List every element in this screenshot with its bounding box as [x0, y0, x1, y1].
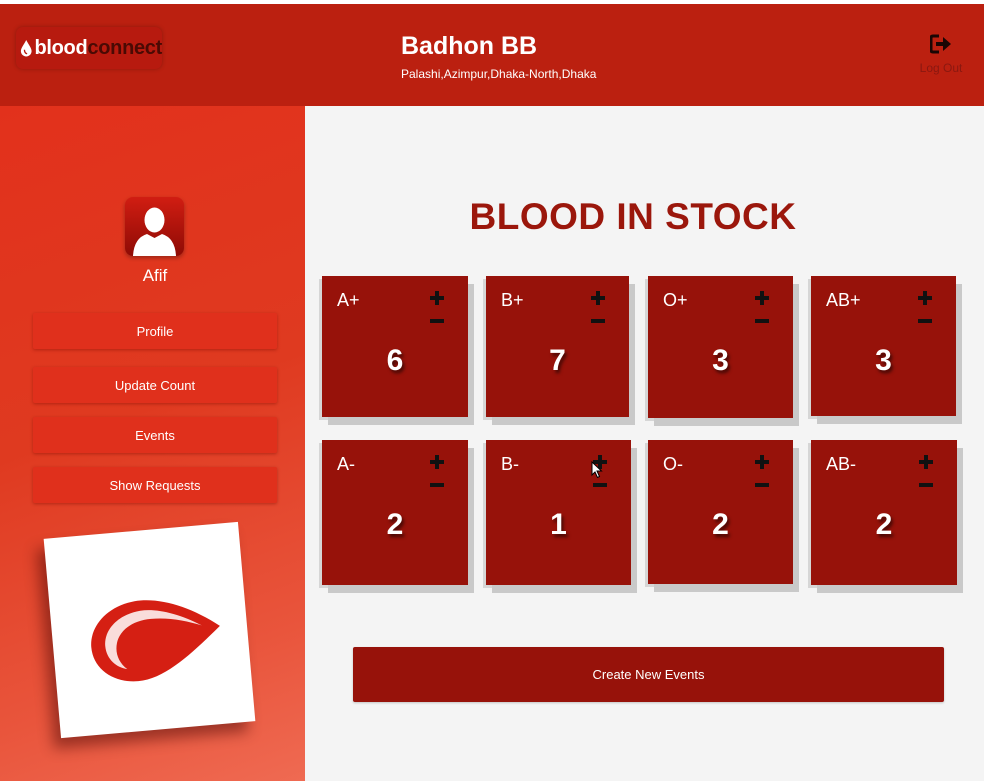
minus-icon[interactable] — [591, 314, 605, 328]
blood-type-label: AB+ — [826, 290, 861, 310]
stock-card-o-positive: O+ 3 — [648, 276, 793, 418]
blood-connect-logo-card — [43, 521, 256, 739]
stock-count: 6 — [386, 344, 404, 377]
create-new-events-button[interactable]: Create New Events — [353, 647, 944, 702]
stock-count: 2 — [386, 508, 404, 541]
blood-drop-icon — [20, 39, 32, 57]
blood-type-label: A+ — [337, 290, 360, 310]
stock-card-b-positive: B+ 7 — [486, 276, 629, 417]
logout-button[interactable]: Log Out — [912, 34, 970, 75]
app-window: blood connect Badhon BB Palashi,Azimpur,… — [0, 0, 984, 781]
blood-type-label: O+ — [663, 290, 688, 310]
blood-connect-logo[interactable]: blood connect — [16, 27, 162, 69]
plus-icon[interactable] — [430, 455, 444, 469]
stock-card-b-negative: B- 1 — [486, 440, 631, 585]
sign-out-icon — [930, 34, 951, 54]
plus-icon[interactable] — [918, 291, 932, 305]
logo-word-connect: connect — [87, 36, 162, 59]
minus-icon[interactable] — [919, 478, 933, 492]
blood-bank-address: Palashi,Azimpur,Dhaka-North,Dhaka — [401, 67, 597, 81]
show-requests-button[interactable]: Show Requests — [33, 467, 277, 503]
stock-count: 3 — [712, 344, 729, 377]
minus-icon[interactable] — [593, 478, 607, 492]
minus-icon[interactable] — [755, 314, 769, 328]
blood-type-label: O- — [663, 454, 683, 474]
update-count-button[interactable]: Update Count — [33, 367, 277, 403]
blood-bank-name: Badhon BB — [401, 32, 538, 60]
logout-label: Log Out — [919, 61, 963, 75]
minus-icon[interactable] — [430, 478, 444, 492]
minus-icon[interactable] — [755, 478, 769, 492]
stock-card-a-positive: A+ 6 — [322, 276, 468, 417]
stock-card-ab-positive: AB+ 3 — [811, 276, 956, 416]
plus-icon[interactable] — [755, 291, 769, 305]
blood-type-label: B+ — [501, 290, 524, 310]
plus-icon[interactable] — [755, 455, 769, 469]
minus-icon[interactable] — [918, 314, 932, 328]
events-button[interactable]: Events — [33, 417, 277, 453]
stock-card-ab-negative: AB- 2 — [811, 440, 957, 585]
blood-type-label: B- — [501, 454, 519, 474]
blood-type-label: AB- — [826, 454, 857, 474]
profile-button[interactable]: Profile — [33, 313, 277, 349]
blood-drop-logo — [91, 600, 220, 682]
plus-icon[interactable] — [919, 455, 933, 469]
stock-card-a-negative: A- 2 — [322, 440, 468, 585]
top-header: blood connect Badhon BB Palashi,Azimpur,… — [0, 4, 984, 106]
sidebar: Afif Profile Update Count Events Show Re… — [0, 106, 305, 781]
page-title: BLOOD IN STOCK — [469, 196, 797, 237]
plus-icon[interactable] — [591, 291, 605, 305]
stock-count: 2 — [712, 508, 729, 541]
mouse-cursor-icon — [591, 461, 603, 479]
blood-type-label: A- — [337, 454, 355, 474]
stock-count: 7 — [549, 344, 566, 377]
logo-word-blood: blood — [34, 36, 88, 59]
stock-count: 3 — [875, 344, 892, 377]
user-silhouette-icon — [133, 207, 176, 256]
main-content: BLOOD IN STOCK A+ 6 B+ 7 O+ 3 AB+ 3 A- 2… — [305, 106, 984, 781]
username: Afif — [142, 266, 168, 285]
plus-icon[interactable] — [430, 291, 444, 305]
stock-count: 1 — [550, 508, 567, 541]
stock-card-o-negative: O- 2 — [648, 440, 793, 584]
stock-count: 2 — [875, 508, 893, 541]
user-avatar — [125, 197, 184, 256]
minus-icon[interactable] — [430, 314, 444, 328]
